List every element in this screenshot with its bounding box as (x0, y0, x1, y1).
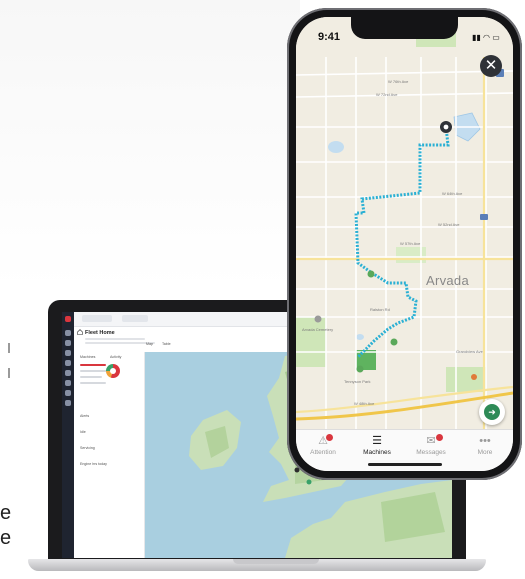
tab-machines[interactable]: ☰ Machines (350, 434, 404, 456)
tab-more[interactable]: ••• More (458, 434, 512, 456)
poi-marker (471, 374, 477, 380)
side-row-label[interactable]: Engine hrs today (80, 462, 107, 466)
edge-fragment (8, 343, 10, 353)
phone-notch (351, 17, 458, 39)
rail-item[interactable] (65, 330, 71, 336)
lake (356, 334, 364, 340)
side-tab-activity[interactable]: Activity (110, 355, 121, 359)
street-label: Grandview Ave (456, 349, 483, 354)
app-logo-icon[interactable] (65, 316, 71, 322)
poi-label: Arvada Cemetery (302, 327, 334, 332)
subtitle-line (85, 342, 155, 344)
close-icon: ✕ (484, 57, 498, 74)
poi-marker (314, 315, 322, 323)
rail-item[interactable] (65, 340, 71, 346)
messages-icon: ✉ (426, 435, 436, 447)
close-button[interactable]: ✕ (480, 55, 502, 77)
rail-item[interactable] (65, 350, 71, 356)
rail-item[interactable] (65, 360, 71, 366)
street-label: W 76th Ave (388, 79, 409, 84)
more-icon: ••• (479, 435, 491, 447)
park-area (296, 317, 326, 367)
destination-pin-center (443, 124, 449, 130)
town-label: Arvada (426, 273, 469, 288)
poi-marker (390, 338, 398, 346)
tab-label: More (477, 449, 493, 456)
background-panel (0, 0, 300, 290)
tab-label: Messages (416, 449, 446, 456)
street-label: W 72nd Ave (376, 92, 398, 97)
summary-line (80, 376, 102, 378)
status-icons: ▮▮ ◠ ▭ (472, 33, 500, 42)
street-label: W 48th Ave (354, 401, 375, 406)
tab-label: Attention (310, 449, 336, 456)
poi-marker (356, 365, 364, 373)
summary-line (80, 382, 106, 384)
app-nav-rail (62, 312, 74, 558)
street-label: W 57th Ave (400, 241, 421, 246)
side-tab-machines[interactable]: Machines (80, 355, 95, 359)
home-icon (77, 329, 83, 335)
notification-badge (436, 434, 443, 441)
navigate-button[interactable]: ➜ (479, 399, 505, 425)
home-indicator[interactable] (368, 463, 442, 466)
warning-icon: ⚠ (318, 435, 328, 447)
tab-attention[interactable]: ⚠ Attention (296, 434, 350, 456)
lake (328, 141, 344, 153)
machine-marker (306, 479, 312, 485)
phone-device: W 76th Ave W 72nd Ave W 64th Ave W 52nd … (287, 8, 522, 480)
top-bar-control[interactable] (122, 315, 148, 322)
map-tabs: Map Table (146, 342, 171, 346)
laptop-base-notch (233, 559, 319, 564)
rail-item[interactable] (65, 370, 71, 376)
street-label: W 64th Ave (442, 191, 463, 196)
tab-messages[interactable]: ✉ Messages (404, 434, 458, 456)
rail-item[interactable] (65, 390, 71, 396)
phone-screen: W 76th Ave W 72nd Ave W 64th Ave W 52nd … (296, 17, 513, 471)
park-area (446, 367, 486, 392)
page-title: Fleet Home (85, 330, 115, 336)
search-input[interactable] (82, 315, 112, 322)
street-label: W 52nd Ave (438, 222, 460, 227)
side-row-label[interactable]: Alerts (80, 414, 89, 418)
notification-badge (326, 434, 333, 441)
street-label: Ralston Rd (370, 307, 390, 312)
status-donut-chart (106, 364, 120, 378)
summary-line (80, 364, 106, 366)
rail-item[interactable] (65, 380, 71, 386)
stray-text: e (0, 502, 12, 524)
poi-marker (367, 270, 375, 278)
tab-map[interactable]: Map (146, 342, 153, 346)
side-row-label[interactable]: Servicing (80, 446, 95, 450)
directions-icon: ➜ (484, 404, 500, 420)
tab-label: Machines (363, 449, 391, 456)
tab-table[interactable]: Table (162, 342, 171, 346)
status-time: 9:41 (318, 31, 341, 43)
poi-marker (480, 214, 488, 220)
subtitle-line (85, 338, 145, 340)
poi-label: Tennyson Park (344, 379, 371, 384)
side-panel: Machines Activity Alerts Idle Servicing … (74, 352, 145, 558)
rail-item[interactable] (65, 400, 71, 406)
stray-text: e (0, 527, 12, 549)
edge-fragment (8, 368, 10, 378)
machines-list-icon: ☰ (372, 435, 382, 447)
side-row-label[interactable]: Idle (80, 430, 86, 434)
